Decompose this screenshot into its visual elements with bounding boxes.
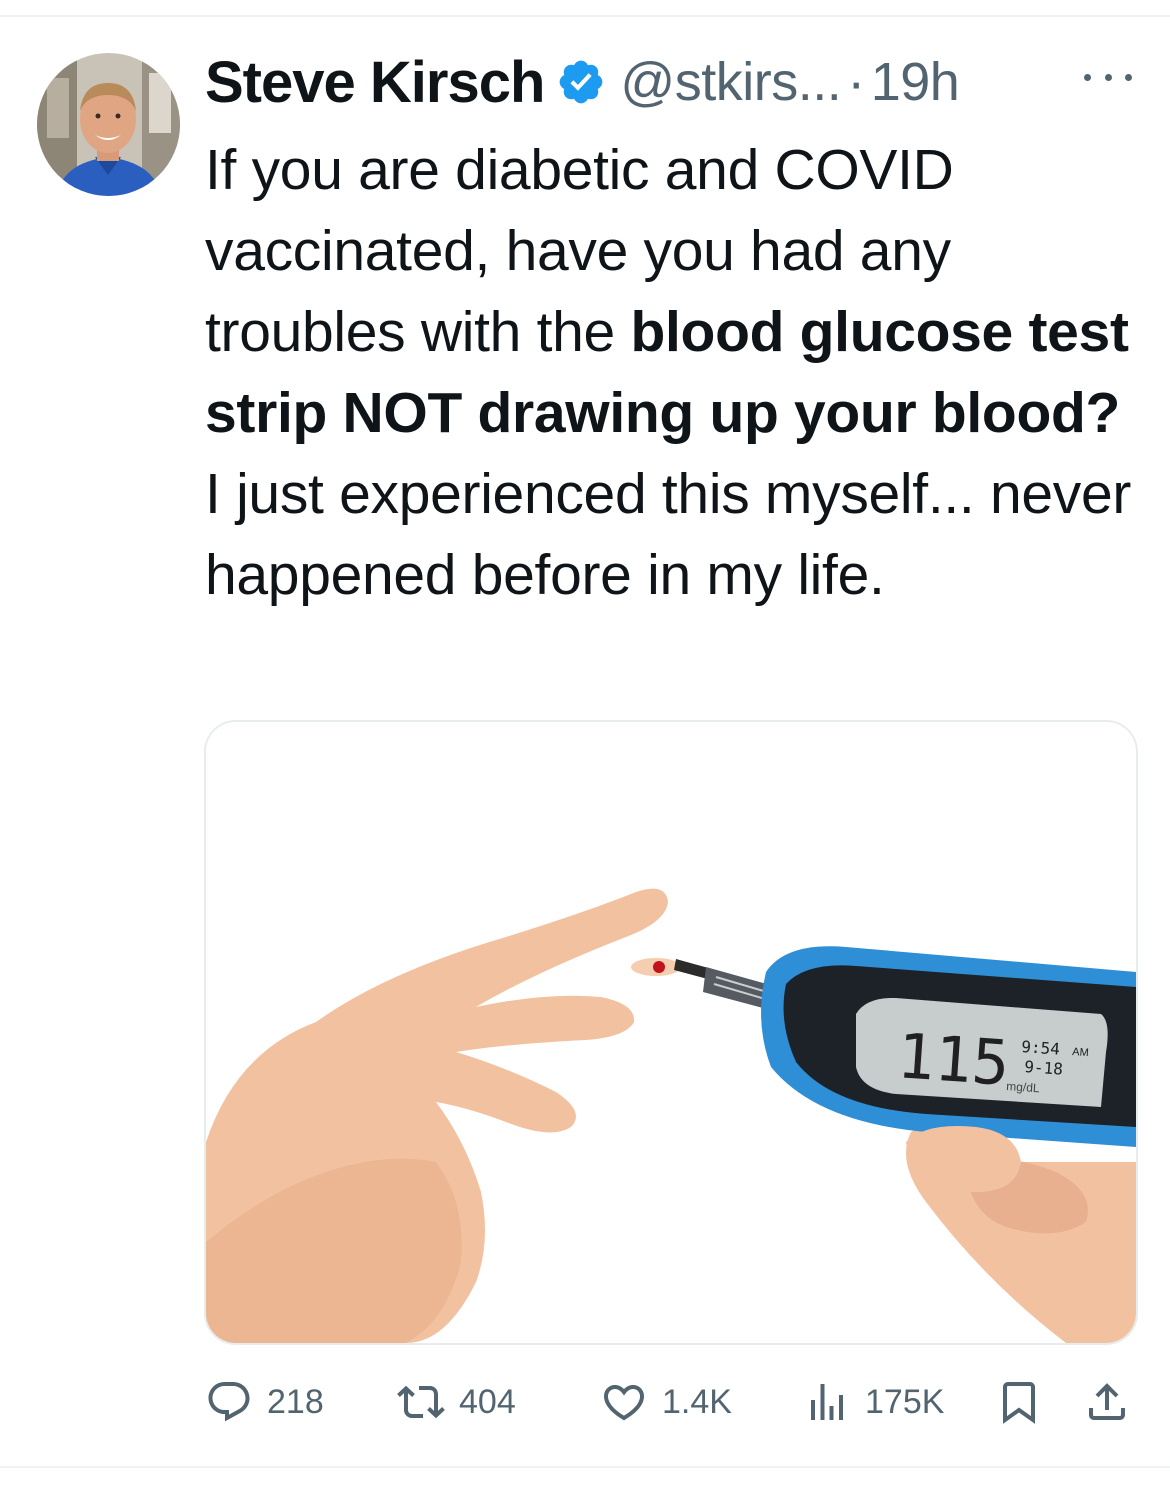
author-handle[interactable]: @stkirs... [620, 51, 841, 113]
separator-dot: · [847, 52, 865, 112]
more-dots-icon[interactable] [1084, 68, 1132, 86]
views-count: 175K [865, 1382, 945, 1421]
meter-ampm: AM [1072, 1046, 1089, 1059]
meter-unit: mg/dL [1006, 1079, 1041, 1095]
reply-count: 218 [267, 1382, 324, 1421]
action-bar: 218 404 1.4K 175K [205, 1370, 1140, 1434]
tweet-text: If you are diabetic and COVID vaccinated… [205, 130, 1140, 616]
meter-date: 9-18 [1024, 1057, 1064, 1079]
top-divider [0, 15, 1170, 17]
retweet-count: 404 [459, 1382, 516, 1421]
retweet-button[interactable]: 404 [397, 1370, 516, 1434]
bookmark-button[interactable] [995, 1370, 1057, 1434]
tweet-text-part: I just experienced this myself... never … [205, 462, 1132, 607]
reply-button[interactable]: 218 [205, 1370, 324, 1434]
views-chart-icon [811, 1384, 843, 1420]
avatar[interactable] [37, 53, 180, 196]
author-name[interactable]: Steve Kirsch [205, 49, 545, 116]
tweet-header: Steve Kirsch @stkirs... · 19h [205, 47, 960, 117]
meter-reading: 115 [895, 1019, 1012, 1100]
bookmark-icon [1003, 1382, 1035, 1424]
reply-icon [208, 1382, 250, 1422]
like-button[interactable]: 1.4K [600, 1370, 732, 1434]
verified-badge-icon [560, 60, 603, 104]
tweet-media-image[interactable]: 115 9:54 AM 9-18 mg/dL [204, 720, 1138, 1345]
retweet-icon [397, 1385, 445, 1419]
share-button[interactable] [1083, 1370, 1145, 1434]
tweet-timestamp[interactable]: 19h [871, 51, 960, 113]
like-count: 1.4K [662, 1382, 732, 1421]
heart-icon [603, 1385, 645, 1421]
share-icon [1089, 1383, 1125, 1420]
meter-time: 9:54 [1021, 1037, 1061, 1059]
views-button[interactable]: 175K [803, 1370, 944, 1434]
bottom-divider [0, 1466, 1170, 1468]
